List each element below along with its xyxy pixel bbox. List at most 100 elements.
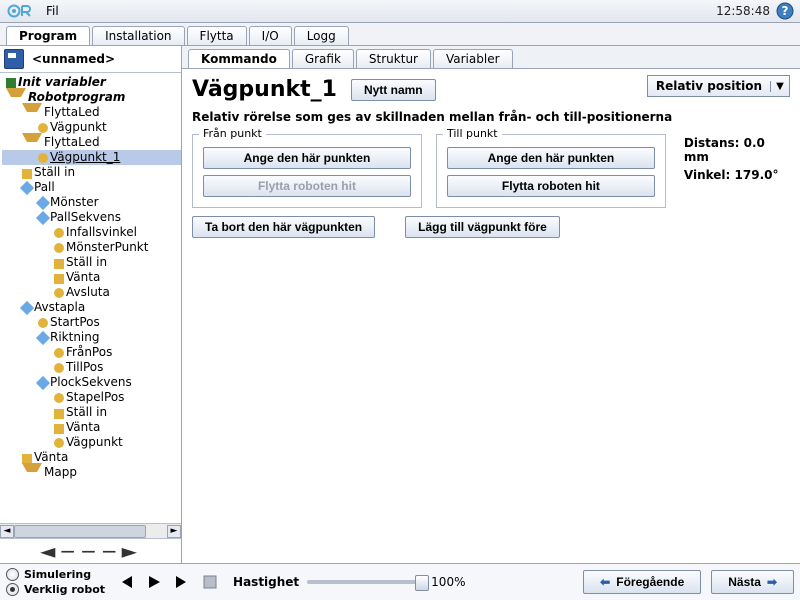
menu-file[interactable]: Fil — [40, 2, 65, 20]
dia-icon — [36, 331, 50, 345]
simulation-radio[interactable]: Simulering — [6, 567, 105, 582]
subtab-structure[interactable]: Struktur — [356, 49, 431, 68]
clock: 12:58:48 — [716, 4, 770, 18]
program-tree[interactable]: Init variablerRobotprogramFlyttaLedVägpu… — [0, 73, 181, 523]
tab-log[interactable]: Logg — [294, 26, 349, 45]
tree-node[interactable]: PlockSekvens — [2, 375, 181, 390]
tree-node[interactable]: Init variabler — [2, 75, 181, 90]
tab-installation[interactable]: Installation — [92, 26, 184, 45]
next-label: Nästa — [728, 575, 761, 589]
dot-icon — [54, 288, 64, 298]
ur-logo — [6, 3, 34, 19]
info-block: Distans: 0.0 mm Vinkel: 179.0° — [684, 136, 790, 208]
dot-icon — [54, 228, 64, 238]
from-move-robot-button: Flytta roboten hit — [203, 175, 411, 197]
tree-node[interactable]: Vägpunkt — [2, 435, 181, 450]
save-icon[interactable] — [4, 49, 24, 69]
tree-node[interactable]: FlyttaLed — [2, 135, 181, 150]
tree-node[interactable]: Vänta — [2, 420, 181, 435]
scroll-left-arrow[interactable]: ◄ — [0, 525, 14, 538]
tree-node[interactable]: Ställ in — [2, 255, 181, 270]
to-set-point-button[interactable]: Ange den här punkten — [447, 147, 655, 169]
to-legend: Till punkt — [443, 127, 502, 140]
dot-icon — [54, 243, 64, 253]
dia-icon — [36, 196, 50, 210]
dash-icon — [54, 424, 64, 434]
tree-node[interactable]: StartPos — [2, 315, 181, 330]
tree-node[interactable]: Vänta — [2, 270, 181, 285]
tri-icon — [22, 103, 42, 122]
tree-node[interactable]: FrånPos — [2, 345, 181, 360]
skip-back-button[interactable] — [117, 573, 135, 591]
svg-text:?: ? — [782, 4, 789, 18]
real-robot-label: Verklig robot — [24, 582, 105, 597]
next-button[interactable]: Nästa➡ — [711, 570, 794, 594]
tree-node-label: Vägpunkt_1 — [50, 150, 120, 165]
position-mode-select[interactable]: Relativ position ▼ — [647, 75, 790, 97]
add-waypoint-before-button[interactable]: Lägg till vägpunkt före — [405, 216, 560, 238]
tree-node-label: Avsluta — [66, 285, 110, 300]
subtab-command[interactable]: Kommando — [188, 49, 290, 68]
simulation-label: Simulering — [24, 567, 91, 582]
tree-node[interactable]: Ställ in — [2, 405, 181, 420]
tree-node-label: FlyttaLed — [44, 135, 100, 150]
tree-horizontal-scrollbar[interactable]: ◄ ► — [0, 523, 181, 538]
dot-icon — [38, 153, 48, 163]
tab-program[interactable]: Program — [6, 26, 90, 45]
tree-node-label: Robotprogram — [28, 90, 125, 105]
play-button[interactable] — [145, 573, 163, 591]
tree-node[interactable]: Vägpunkt_1 — [2, 150, 181, 165]
tree-node[interactable]: Mönster — [2, 195, 181, 210]
tree-node[interactable]: Avsluta — [2, 285, 181, 300]
tree-node-label: Vägpunkt — [66, 435, 123, 450]
tab-move[interactable]: Flytta — [187, 26, 247, 45]
tree-node[interactable]: StapelPos — [2, 390, 181, 405]
tri-icon — [22, 133, 42, 152]
to-move-robot-button[interactable]: Flytta roboten hit — [447, 175, 655, 197]
step-arrows[interactable]: ◄−−−► — [0, 538, 181, 563]
dia-icon — [36, 376, 50, 390]
dash-icon — [54, 274, 64, 284]
chevron-down-icon: ▼ — [770, 81, 789, 92]
tree-node-label: TillPos — [66, 360, 103, 375]
tree-node[interactable]: Riktning — [2, 330, 181, 345]
help-icon[interactable]: ? — [776, 2, 794, 20]
tree-node-label: FrånPos — [66, 345, 112, 360]
dash-icon — [54, 409, 64, 419]
tree-node-label: PlockSekvens — [50, 375, 132, 390]
remove-waypoint-button[interactable]: Ta bort den här vägpunkten — [192, 216, 375, 238]
from-legend: Från punkt — [199, 127, 266, 140]
rename-button[interactable]: Nytt namn — [351, 79, 436, 101]
to-point-group: Till punkt Ange den här punkten Flytta r… — [436, 134, 666, 208]
subtab-graphics[interactable]: Grafik — [292, 49, 354, 68]
from-set-point-button[interactable]: Ange den här punkten — [203, 147, 411, 169]
tree-node-label: MönsterPunkt — [66, 240, 148, 255]
subtab-variables[interactable]: Variabler — [433, 49, 513, 68]
scroll-thumb[interactable] — [14, 525, 146, 538]
distance-label: Distans: — [684, 136, 740, 150]
tree-node[interactable]: TillPos — [2, 360, 181, 375]
tree-node[interactable]: FlyttaLed — [2, 105, 181, 120]
skip-forward-button[interactable] — [173, 573, 191, 591]
tree-node[interactable]: Ställ in — [2, 165, 181, 180]
slider-knob[interactable] — [415, 575, 429, 591]
tri-icon — [22, 463, 42, 482]
main-tabs: Program Installation Flytta I/O Logg — [0, 23, 800, 46]
tree-node[interactable]: Pall — [2, 180, 181, 195]
tree-node-label: Pall — [34, 180, 55, 195]
tab-io[interactable]: I/O — [249, 26, 292, 45]
angle-value: 179.0° — [735, 168, 779, 182]
tree-node[interactable]: PallSekvens — [2, 210, 181, 225]
speed-slider[interactable] — [307, 580, 427, 584]
speed-label: Hastighet — [233, 575, 299, 589]
scroll-right-arrow[interactable]: ► — [167, 525, 181, 538]
tree-node-label: Vägpunkt — [50, 120, 107, 135]
tree-node[interactable]: Avstapla — [2, 300, 181, 315]
previous-button[interactable]: ⬅Föregående — [583, 570, 701, 594]
tree-node[interactable]: Mapp — [2, 465, 181, 480]
previous-label: Föregående — [616, 575, 684, 589]
tree-node[interactable]: MönsterPunkt — [2, 240, 181, 255]
real-robot-radio[interactable]: Verklig robot — [6, 582, 105, 597]
stop-button[interactable] — [201, 573, 219, 591]
tree-node[interactable]: Infallsvinkel — [2, 225, 181, 240]
